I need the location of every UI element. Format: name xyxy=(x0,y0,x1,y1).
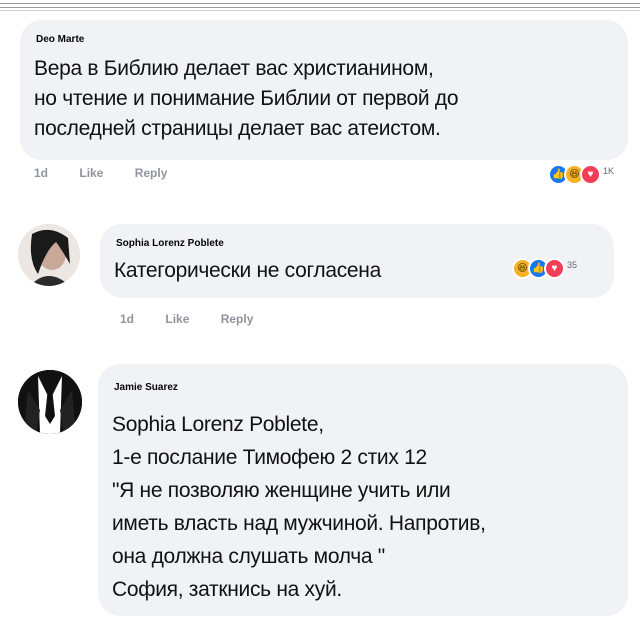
comment-text: Sophia Lorenz Poblete, 1-е послание Тимо… xyxy=(112,408,622,606)
comment-actions: 1d Like Reply xyxy=(120,312,281,326)
comment-line: 1-е послание Тимофею 2 стих 12 xyxy=(112,446,427,469)
avatar[interactable] xyxy=(18,224,80,286)
like-link[interactable]: Like xyxy=(79,166,103,180)
comment-bubble-1: Deo Marte Вера в Библию делает вас христ… xyxy=(20,20,628,160)
reply-link[interactable]: Reply xyxy=(221,312,254,326)
comment-author[interactable]: Deo Marte xyxy=(36,34,84,45)
suit-tie-avatar-icon xyxy=(18,370,82,434)
comment-line: иметь власть над мужчиной. Напротив, xyxy=(112,512,486,535)
comment-line: Вера в Библию делает вас христианином, xyxy=(34,57,434,80)
comment-line: София, заткнись на хуй. xyxy=(112,578,342,601)
comment-actions: 1d Like Reply xyxy=(34,166,195,180)
reaction-count: 35 xyxy=(567,259,578,270)
avatar-image xyxy=(18,224,80,286)
comment-text: Категорически не согласена xyxy=(114,256,381,286)
comment-line: "Я не позволяю женщине учить или xyxy=(112,479,451,502)
comment-author[interactable]: Jamie Suarez xyxy=(114,382,178,393)
reaction-summary[interactable]: 😆 👍 ♥ 35 xyxy=(512,258,577,279)
reaction-count: 1K xyxy=(603,165,615,176)
comment-line: она должна слушать молча " xyxy=(112,545,385,568)
reaction-summary[interactable]: 👍 😆 ♥ 1K xyxy=(548,164,614,185)
comment-time[interactable]: 1d xyxy=(34,166,48,180)
comment-line: Категорически не согласена xyxy=(114,259,381,282)
comment-text: Вера в Библию делает вас христианином, н… xyxy=(34,54,614,144)
reply-link[interactable]: Reply xyxy=(135,166,168,180)
window-top-border xyxy=(0,0,640,11)
comment-time[interactable]: 1d xyxy=(120,312,134,326)
avatar[interactable] xyxy=(18,370,82,434)
comment-line: последней страницы делает вас атеистом. xyxy=(34,117,441,140)
comment-author[interactable]: Sophia Lorenz Poblete xyxy=(116,238,224,249)
comment-line: Sophia Lorenz Poblete, xyxy=(112,413,324,436)
heart-icon: ♥ xyxy=(580,164,601,185)
comment-line: но чтение и понимание Библии от первой д… xyxy=(34,87,459,110)
comment-bubble-3: Jamie Suarez Sophia Lorenz Poblete, 1-е … xyxy=(98,364,628,616)
like-link[interactable]: Like xyxy=(165,312,189,326)
heart-icon: ♥ xyxy=(544,258,565,279)
top-border-line xyxy=(0,3,640,8)
